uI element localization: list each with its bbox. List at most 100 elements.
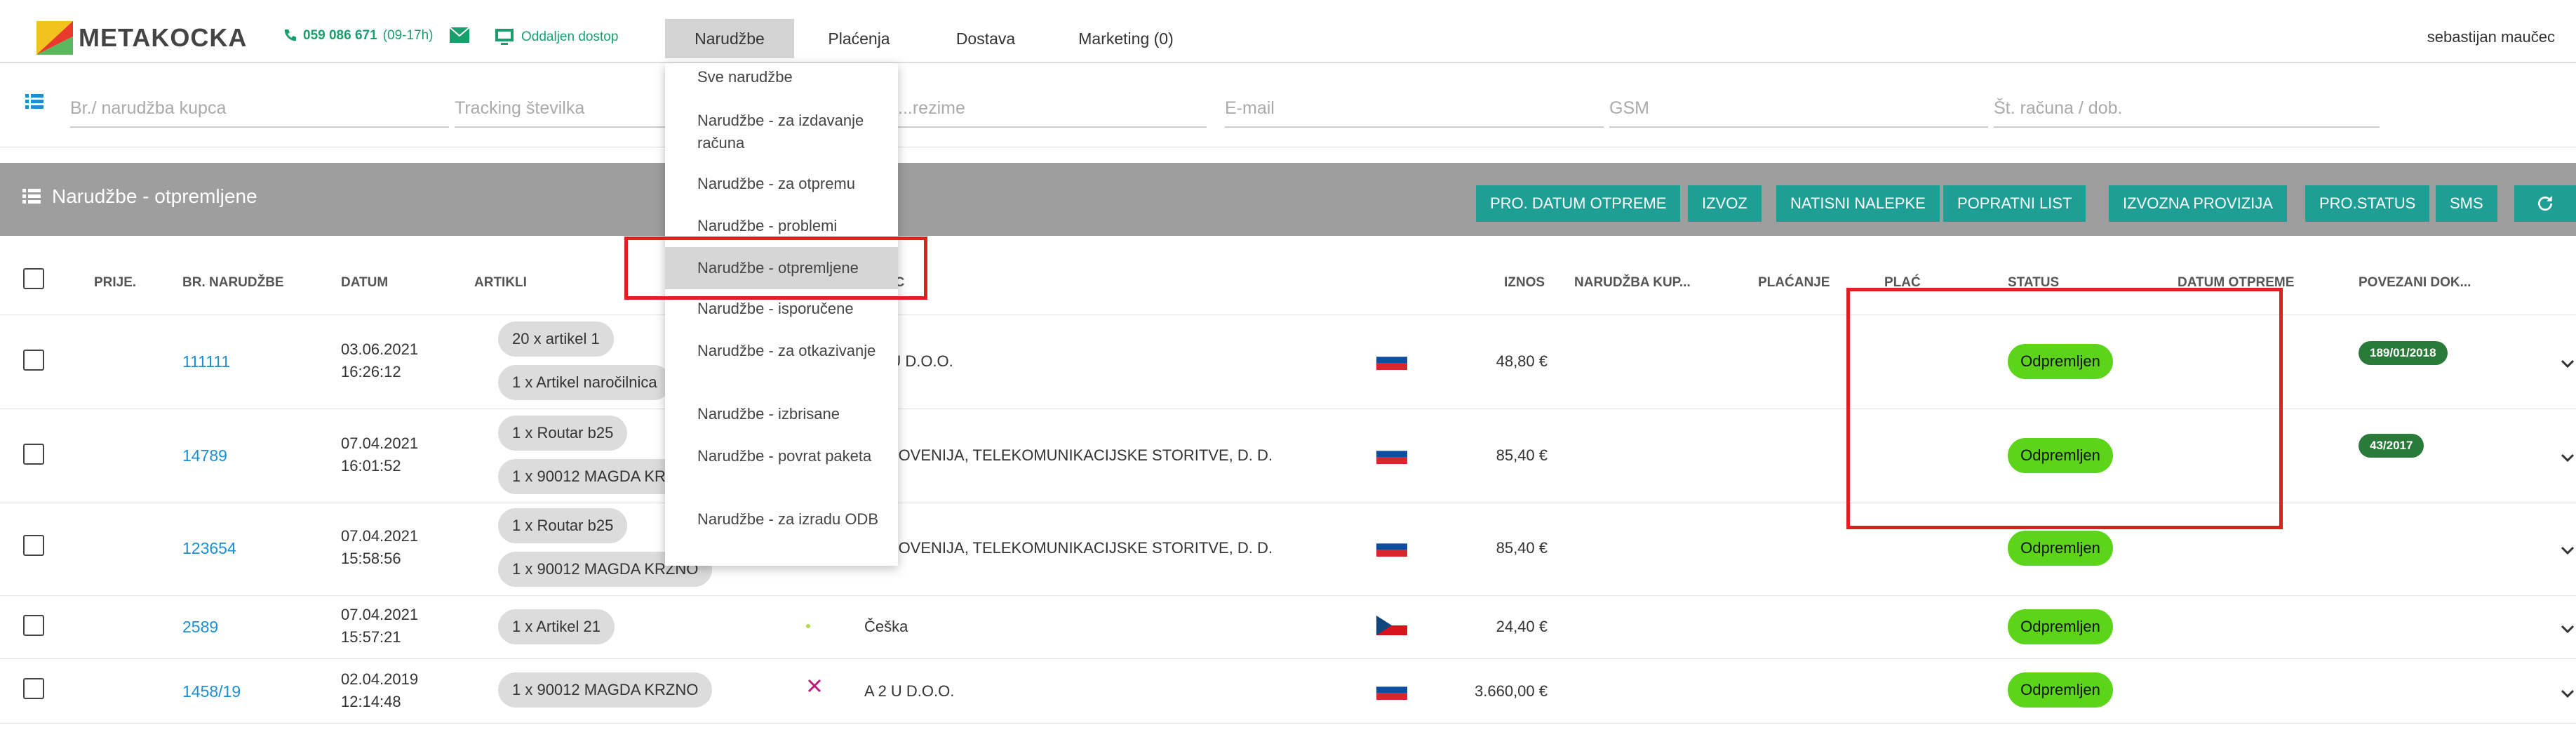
- monitor-icon: [495, 29, 514, 45]
- col-order-number[interactable]: BR. NARUDŽBE: [182, 275, 284, 291]
- row-checkbox[interactable]: [23, 444, 44, 465]
- phone-hours: (09-17h): [382, 28, 434, 43]
- logo[interactable]: METAKOCKA: [35, 20, 247, 56]
- user-name[interactable]: sebastijan maučec: [2427, 28, 2555, 46]
- order-date: 02.04.2019 12:14:48: [341, 670, 419, 710]
- mail-icon[interactable]: [449, 27, 470, 44]
- customer-name: Češka: [864, 618, 908, 635]
- highlight-box-status: [1846, 288, 2283, 529]
- remote-access-link[interactable]: Oddaljen dostop: [495, 28, 618, 46]
- phone-info: 059 086 671 (09-17h): [282, 28, 434, 44]
- order-amount: 48,80 €: [1496, 352, 1548, 370]
- status-badge[interactable]: Odpremljen: [2008, 609, 2113, 644]
- pro-status-button[interactable]: PRO.STATUS: [2305, 185, 2430, 222]
- czech-flag-icon: [1376, 616, 1407, 635]
- name-input[interactable]: ...rezime: [898, 88, 1207, 128]
- dropdown-item-za-otkazivanje[interactable]: Narudžbe - za otkazivanje: [697, 340, 880, 362]
- item-pill[interactable]: 1 x Artikel 21: [498, 609, 615, 644]
- pro-datum-otpreme-button[interactable]: PRO. DATUM OTPREME: [1476, 185, 1681, 222]
- dropdown-item-problemi[interactable]: Narudžbe - problemi: [697, 215, 880, 237]
- linked-doc-badge[interactable]: 43/2017: [2359, 434, 2424, 458]
- chevron-down-icon[interactable]: [2559, 620, 2576, 637]
- remote-access-label: Oddaljen dostop: [521, 29, 619, 44]
- customer-name: ...LOVENIJA, TELEKOMUNIKACIJSKE STORITVE…: [877, 446, 1273, 464]
- dot-indicator: [806, 624, 810, 628]
- refresh-button[interactable]: [2514, 185, 2576, 222]
- order-number-link[interactable]: 1458/19: [182, 682, 241, 701]
- row-checkbox[interactable]: [23, 350, 44, 371]
- row-checkbox[interactable]: [23, 678, 44, 699]
- customer-name: A 2 U D.O.O.: [864, 682, 955, 700]
- search-bar: Br./ narudžba kupca Tracking številka ..…: [0, 73, 2576, 147]
- invoice-number-input[interactable]: Št. računa / dob.: [1994, 88, 2380, 128]
- logo-text: METAKOCKA: [79, 23, 248, 52]
- email-input[interactable]: E-mail: [1225, 88, 1604, 128]
- chevron-down-icon[interactable]: [2559, 449, 2576, 466]
- dropdown-item-sve-narudzbe[interactable]: Sve narudžbe: [697, 66, 880, 88]
- item-pill[interactable]: 1 x Routar b25: [498, 508, 628, 543]
- dropdown-item-za-izradu-odb[interactable]: Narudžbe - za izradu ODB: [697, 508, 880, 531]
- status-badge[interactable]: Odpremljen: [2008, 531, 2113, 566]
- izvoz-button[interactable]: IZVOZ: [1688, 185, 1762, 222]
- slovenia-flag-icon: [1376, 444, 1407, 464]
- list-icon: [22, 189, 41, 204]
- menu-narudzbe[interactable]: Narudžbe: [665, 19, 794, 58]
- item-pill[interactable]: 20 x artikel 1: [498, 321, 614, 357]
- col-linked-docs[interactable]: POVEZANI DOK...: [2359, 275, 2471, 291]
- col-amount[interactable]: IZNOS: [1504, 275, 1545, 291]
- item-pill[interactable]: 1 x 90012 MAGDA KRZNO: [498, 672, 713, 708]
- order-amount: 3.660,00 €: [1475, 682, 1548, 700]
- popratni-list-button[interactable]: POPRATNI LIST: [1943, 185, 2086, 222]
- col-customer-order[interactable]: NARUDŽBA KUP...: [1574, 275, 1691, 291]
- top-navbar: METAKOCKA 059 086 671 (09-17h) Oddaljen …: [0, 14, 2576, 63]
- item-pill[interactable]: 1 x Artikel naročilnica: [498, 365, 671, 400]
- col-date[interactable]: DATUM: [341, 275, 388, 291]
- list-view-icon[interactable]: [25, 94, 43, 109]
- row-divider: [0, 595, 2576, 596]
- order-date: 03.06.2021 16:26:12: [341, 340, 419, 380]
- col-items[interactable]: ARTIKLI: [474, 275, 527, 291]
- narudzbe-dropdown-menu: Sve narudžbe Narudžbe - za izdavanje rač…: [665, 63, 898, 566]
- panel-header: Narudžbe - otpremljene PRO. DATUM OTPREM…: [0, 163, 2576, 236]
- menu-marketing[interactable]: Marketing (0): [1073, 19, 1179, 58]
- linked-doc-badge[interactable]: 189/01/2018: [2359, 341, 2448, 365]
- sms-button[interactable]: SMS: [2436, 185, 2497, 222]
- izvozna-provizija-button[interactable]: IZVOZNA PROVIZIJA: [2109, 185, 2287, 222]
- order-number-link[interactable]: 2589: [182, 618, 218, 637]
- menu-placenja[interactable]: Plaćenja: [815, 19, 903, 58]
- row-checkbox[interactable]: [23, 615, 44, 636]
- order-amount: 85,40 €: [1496, 539, 1548, 557]
- menu-dostava[interactable]: Dostava: [947, 19, 1024, 58]
- gsm-input[interactable]: GSM: [1609, 88, 1988, 128]
- order-amount: 85,40 €: [1496, 446, 1548, 464]
- panel-title: Narudžbe - otpremljene: [52, 185, 257, 207]
- select-all-checkbox[interactable]: [23, 268, 44, 289]
- dropdown-item-isporucene[interactable]: Narudžbe - isporučene: [697, 298, 880, 320]
- phone-icon: [284, 29, 297, 41]
- metakocka-logo-icon: [36, 21, 73, 55]
- row-divider: [0, 723, 2576, 724]
- status-badge[interactable]: Odpremljen: [2008, 672, 2113, 708]
- order-number-link[interactable]: 111111: [182, 352, 230, 371]
- dropdown-item-povrat-paketa[interactable]: Narudžbe - povrat paketa: [697, 445, 880, 467]
- dropdown-item-izbrisane[interactable]: Narudžbe - izbrisane: [697, 403, 880, 425]
- item-pill[interactable]: 1 x Routar b25: [498, 416, 628, 451]
- slovenia-flag-icon: [1376, 350, 1407, 370]
- row-divider: [0, 658, 2576, 659]
- col-prije[interactable]: PRIJE.: [94, 275, 136, 291]
- order-number-link[interactable]: 14789: [182, 446, 227, 465]
- dropdown-item-za-izdavanje-racuna[interactable]: Narudžbe - za izdavanje računa: [697, 109, 880, 154]
- tracking-number-input[interactable]: Tracking številka: [455, 88, 665, 128]
- phone-number: 059 086 671: [303, 28, 377, 43]
- chevron-down-icon[interactable]: [2559, 355, 2576, 372]
- row-checkbox[interactable]: [23, 535, 44, 556]
- slovenia-flag-icon: [1376, 537, 1407, 557]
- close-icon[interactable]: [807, 678, 822, 694]
- chevron-down-icon[interactable]: [2559, 542, 2576, 559]
- col-payment[interactable]: PLAĆANJE: [1758, 275, 1830, 291]
- order-number-link[interactable]: 123654: [182, 539, 236, 558]
- natisni-nalepke-button[interactable]: NATISNI NALEPKE: [1776, 185, 1940, 222]
- chevron-down-icon[interactable]: [2559, 685, 2576, 702]
- dropdown-item-za-otpremu[interactable]: Narudžbe - za otpremu: [697, 173, 880, 195]
- order-number-input[interactable]: Br./ narudžba kupca: [70, 88, 449, 128]
